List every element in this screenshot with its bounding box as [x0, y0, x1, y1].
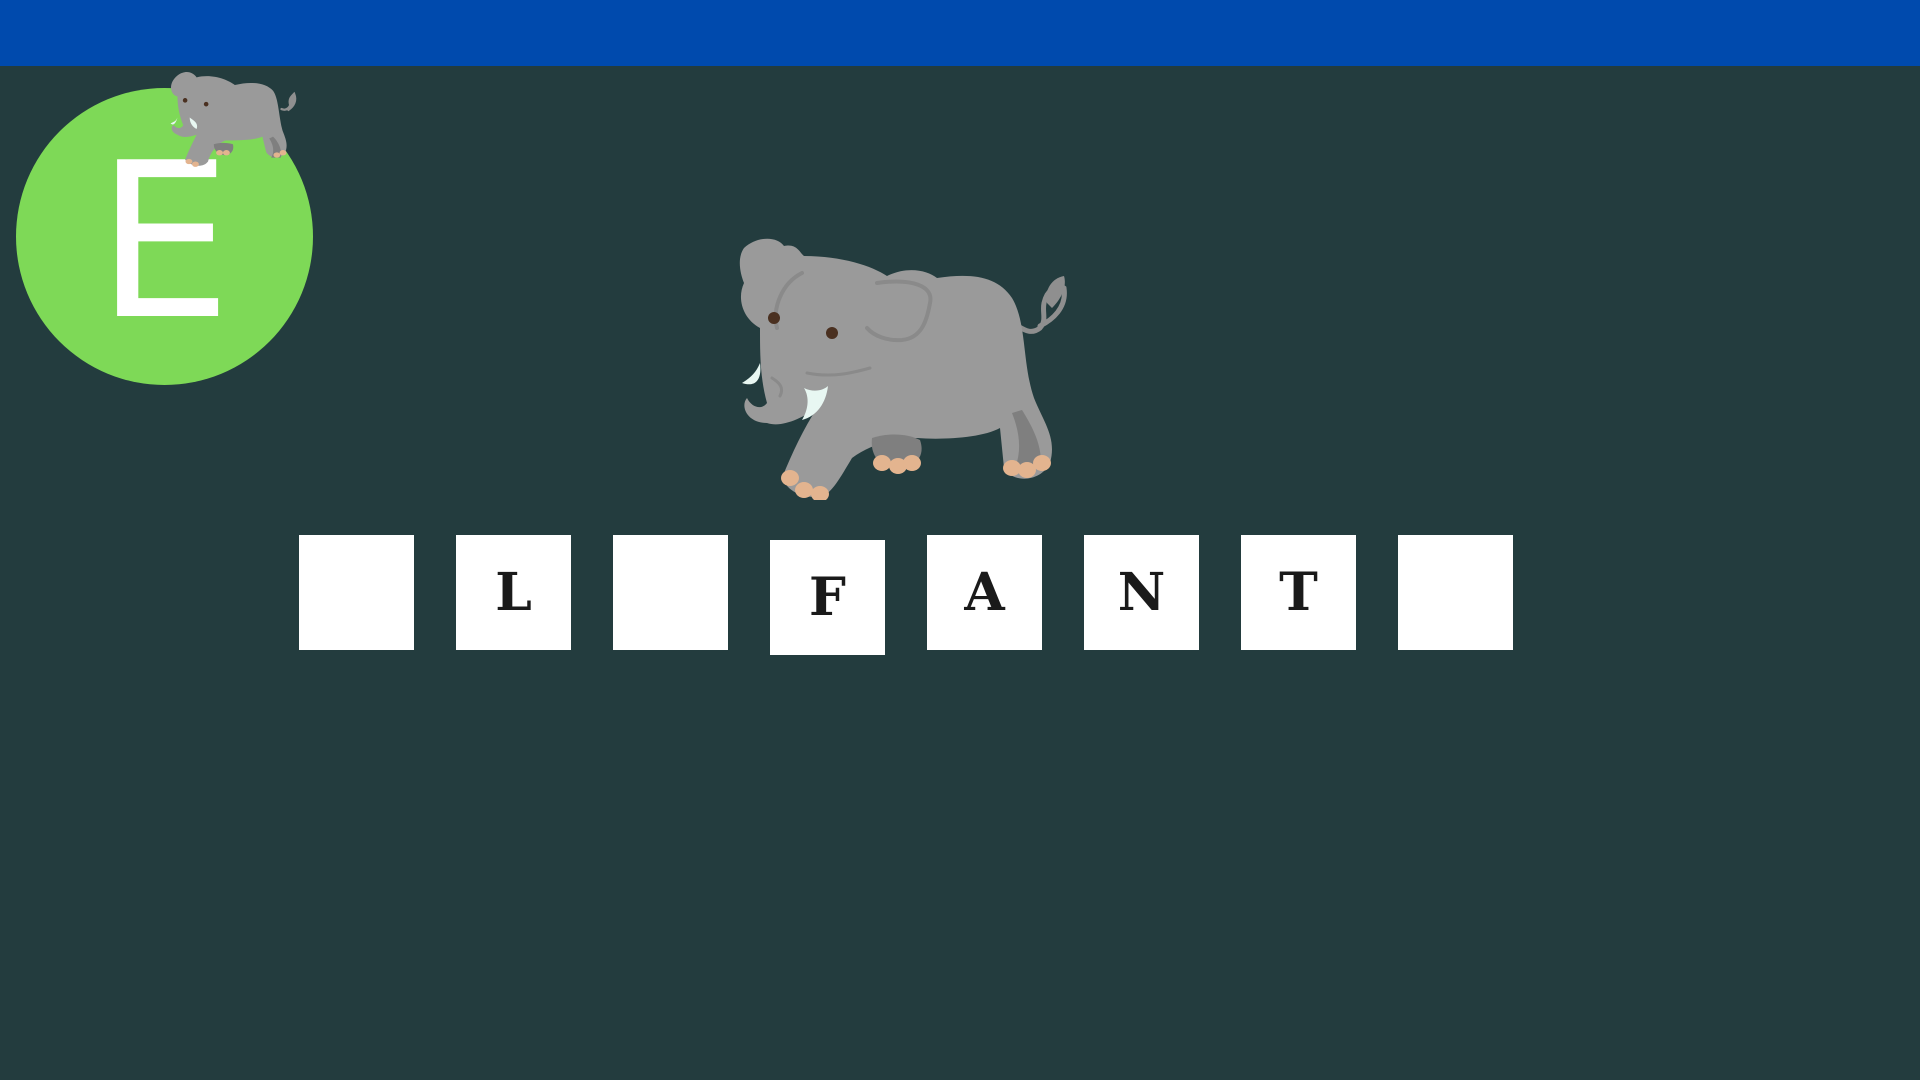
tile-letter: A — [964, 561, 1005, 623]
letter-tile[interactable]: L — [456, 535, 571, 650]
letter-tile-empty[interactable] — [1398, 535, 1513, 650]
tile-letter: L — [495, 561, 532, 623]
letter-tile-empty[interactable] — [299, 535, 414, 650]
tile-letter: F — [809, 566, 846, 628]
letter-tile[interactable]: N — [1084, 535, 1199, 650]
letter-tile[interactable]: A — [927, 535, 1042, 650]
letter-tile[interactable]: T — [1241, 535, 1356, 650]
word-tiles: L F A N T — [0, 0, 1920, 1080]
letter-tile[interactable]: F — [770, 540, 885, 655]
tile-letter: N — [1117, 561, 1166, 623]
letter-tile-empty[interactable] — [613, 535, 728, 650]
tile-letter: T — [1279, 561, 1318, 623]
